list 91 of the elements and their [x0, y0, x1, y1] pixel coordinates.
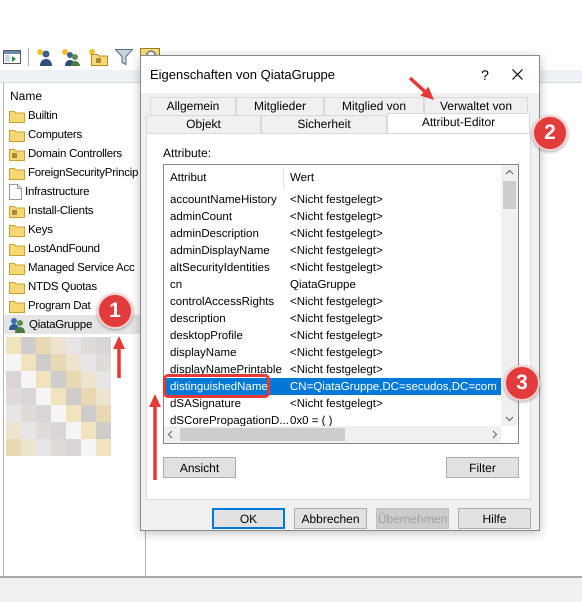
- list-item[interactable]: Computers: [4, 125, 145, 144]
- arrow: [113, 336, 125, 378]
- scrollbar-thumb[interactable]: [180, 428, 345, 441]
- group-icon: [9, 316, 26, 332]
- number-badge: 1: [97, 293, 133, 329]
- table-cell-text: <Nicht festgelegt>: [289, 228, 383, 240]
- dialog-button[interactable]: OK: [212, 508, 285, 529]
- folder-icon: [9, 222, 25, 236]
- table-row[interactable]: dSASignature <Nicht festgelegt>: [166, 395, 501, 412]
- close-icon[interactable]: [512, 69, 523, 80]
- folder-icon: [9, 146, 25, 160]
- folder-icon[interactable]: [88, 48, 108, 66]
- users-icon[interactable]: [61, 48, 81, 66]
- table-cell-text: QiataGruppe: [289, 278, 356, 290]
- folder-icon: [9, 166, 25, 180]
- folder-icon: [9, 280, 25, 294]
- folder-icon: [9, 260, 25, 274]
- table-cell-text: cn: [169, 278, 184, 290]
- panel-button[interactable]: Filter: [446, 457, 519, 478]
- table-row[interactable]: accountNameHistory <Nicht festgelegt>: [166, 191, 501, 208]
- table-cell-text: adminCount: [169, 210, 234, 222]
- column-header[interactable]: Wert: [284, 172, 314, 184]
- table-cell-text: <Nicht festgelegt>: [289, 398, 383, 410]
- scrollbar-thumb[interactable]: [503, 181, 516, 209]
- user-icon[interactable]: [36, 48, 54, 66]
- arrow: [408, 76, 434, 100]
- table-cell-text: controlAccessRights: [169, 296, 276, 308]
- table-cell-text: description: [169, 312, 227, 324]
- table-cell-text: <Nicht festgelegt>: [289, 210, 383, 222]
- table-row[interactable]: cn QiataGruppe: [166, 276, 501, 293]
- table-cell-text: accountNameHistory: [169, 194, 278, 206]
- window-title: Eigenschaften von QiataGruppe: [150, 67, 336, 82]
- table-row[interactable]: displayNamePrintable <Nicht festgelegt>: [166, 361, 501, 378]
- table-row[interactable]: adminDescription <Nicht festgelegt>: [166, 225, 501, 242]
- table-cell-text: <Nicht festgelegt>: [289, 194, 383, 206]
- table-cell-text: displayNamePrintable: [169, 364, 283, 376]
- column-header[interactable]: Attribut: [164, 167, 284, 189]
- folder-icon: [9, 128, 25, 142]
- list-item[interactable]: Install-Clients: [4, 201, 145, 220]
- table-row[interactable]: altSecurityIdentities <Nicht festgelegt>: [166, 259, 501, 276]
- list-item[interactable]: Managed Service Acc: [4, 258, 145, 277]
- table-row[interactable]: adminDisplayName <Nicht festgelegt>: [166, 242, 501, 259]
- table-row[interactable]: distinguishedName CN=QiataGruppe,DC=secudos,DC=com: [166, 378, 501, 395]
- table-row[interactable]: dSCorePropagationD...0x0 = ( ): [166, 412, 501, 426]
- table-cell-text: desktopProfile: [169, 330, 244, 342]
- list-item[interactable]: Domain Controllers: [4, 144, 145, 163]
- list-item[interactable]: NTDS Quotas: [4, 277, 145, 296]
- tab[interactable]: Mitglied von: [324, 97, 424, 115]
- table-row[interactable]: controlAccessRights <Nicht festgelegt>: [166, 293, 501, 310]
- table-row[interactable]: adminCount <Nicht festgelegt>: [166, 208, 501, 225]
- folder-icon: [9, 298, 25, 312]
- dialog-button[interactable]: Abbrechen: [294, 508, 367, 529]
- filter-icon[interactable]: [115, 49, 133, 65]
- table-cell-text: <Nicht festgelegt>: [289, 244, 383, 256]
- tab[interactable]: Mitglieder: [236, 97, 324, 115]
- tab[interactable]: Sicherheit: [261, 115, 387, 133]
- tab[interactable]: Objekt: [146, 115, 261, 133]
- table-cell-text: dSASignature: [169, 398, 242, 410]
- help-button[interactable]: ?: [466, 66, 504, 82]
- table-cell-text: <Nicht festgelegt>: [289, 346, 383, 358]
- table-cell-text: <Nicht festgelegt>: [289, 312, 383, 324]
- list-item[interactable]: Builtin: [4, 106, 145, 125]
- table-row[interactable]: desktopProfile <Nicht festgelegt>: [166, 327, 501, 344]
- list-item[interactable]: LostAndFound: [4, 239, 145, 258]
- folder-icon: [9, 108, 25, 122]
- table-cell-text: altSecurityIdentities: [169, 262, 271, 274]
- table-cell-text: dSCorePropagationD...: [169, 414, 288, 426]
- panel-button[interactable]: Ansicht: [163, 457, 236, 478]
- console-icon[interactable]: [3, 50, 21, 64]
- tab[interactable]: Attribut-Editor: [387, 113, 530, 133]
- attribute-label: Attribute:: [163, 146, 212, 162]
- folder-icon: [9, 204, 25, 218]
- folder-icon: [9, 242, 25, 256]
- table-cell-text: distinguishedName: [169, 380, 269, 392]
- table-cell-text: <Nicht festgelegt>: [289, 330, 383, 342]
- list-item[interactable]: Keys: [4, 220, 145, 239]
- table-cell-text: <Nicht festgelegt>: [289, 364, 383, 376]
- list-item[interactable]: Infrastructure: [4, 182, 145, 201]
- table-cell-text: adminDisplayName: [169, 244, 271, 256]
- table-cell-text: adminDescription: [169, 228, 260, 240]
- table-cell-text: <Nicht festgelegt>: [289, 262, 383, 274]
- table-row[interactable]: description <Nicht festgelegt>: [166, 310, 501, 327]
- table-cell-text: <Nicht festgelegt>: [289, 296, 383, 308]
- table-cell-text: displayName: [169, 346, 238, 358]
- document-icon: [9, 184, 22, 200]
- table-cell-text: 0x0 = ( ): [289, 414, 333, 426]
- table-cell-text: CN=QiataGruppe,DC=secudos,DC=com: [289, 380, 497, 392]
- list-item[interactable]: ForeignSecurityPrincip: [4, 163, 145, 182]
- tab[interactable]: Allgemein: [150, 97, 236, 115]
- table-row[interactable]: displayName <Nicht festgelegt>: [166, 344, 501, 361]
- dialog-button[interactable]: Hilfe: [458, 508, 531, 529]
